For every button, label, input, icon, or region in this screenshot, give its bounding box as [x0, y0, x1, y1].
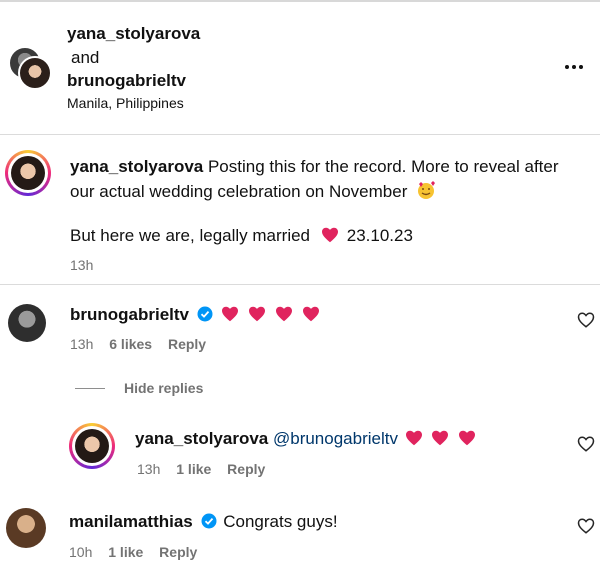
header-and-text: and: [71, 48, 100, 67]
avatar-yana-stolyarova[interactable]: [18, 56, 52, 90]
red-heart-icon: [275, 306, 293, 327]
heart-outline-icon[interactable]: [577, 311, 597, 331]
red-heart-icon: [248, 306, 266, 327]
caption-line-2: our actual wedding celebration on Novemb…: [70, 180, 436, 205]
header-divider: [0, 134, 600, 135]
verified-badge-icon: [197, 306, 213, 327]
comment-1-hearts: [221, 305, 319, 324]
comment-3-body: manilamatthias Congrats guys!: [69, 512, 338, 534]
red-heart-icon: [458, 430, 476, 451]
caption-date: 23.10.23: [346, 226, 413, 245]
hide-replies-button[interactable]: Hide replies: [124, 380, 203, 396]
comment-1-username[interactable]: brunogabrieltv: [70, 305, 189, 324]
smiling-face-hearts-icon: [416, 180, 436, 205]
header-username-2[interactable]: brunogabrieltv: [67, 71, 186, 91]
comment-3-meta: 10h 1 like Reply: [69, 544, 197, 560]
comment-3-time[interactable]: 10h: [69, 544, 92, 560]
reply-username[interactable]: yana_stolyarova: [135, 429, 268, 448]
reply-body: yana_stolyarova @brunogabrieltv: [135, 429, 476, 451]
comment-1-body: brunogabrieltv: [70, 305, 320, 327]
red-heart-icon: [221, 306, 239, 327]
comment-1-time[interactable]: 13h: [70, 336, 93, 352]
comment-3-text: Congrats guys!: [223, 512, 338, 531]
caption-line-1: yana_stolyarova Posting this for the rec…: [70, 157, 559, 177]
comment-1-meta: 13h 6 likes Reply: [70, 336, 206, 352]
caption-line-3: But here we are, legally married 23.10.2…: [70, 226, 413, 248]
heart-outline-icon[interactable]: [577, 517, 597, 537]
caption-time[interactable]: 13h: [70, 257, 93, 273]
header-location[interactable]: Manila, Philippines: [67, 95, 184, 111]
comment-3-likes[interactable]: 1 like: [108, 544, 143, 560]
caption-username[interactable]: yana_stolyarova: [70, 157, 203, 176]
red-heart-icon: [302, 306, 320, 327]
replies-line: [75, 388, 105, 389]
red-heart-icon: [431, 430, 449, 451]
heart-outline-icon[interactable]: [577, 435, 597, 455]
caption-text-2: our actual wedding celebration on Novemb…: [70, 182, 408, 201]
top-border: [0, 0, 600, 2]
comment-1-likes[interactable]: 6 likes: [109, 336, 152, 352]
comment-3-reply-button[interactable]: Reply: [159, 544, 197, 560]
avatar-commenter-1[interactable]: [8, 304, 46, 342]
reply-time[interactable]: 13h: [137, 461, 160, 477]
red-heart-icon: [321, 227, 339, 248]
more-horizontal-icon[interactable]: [563, 60, 585, 74]
verified-badge-icon: [201, 513, 217, 534]
avatar-caption-author[interactable]: [11, 156, 45, 190]
header-username-1[interactable]: yana_stolyarova: [67, 24, 200, 44]
comment-1-reply-button[interactable]: Reply: [168, 336, 206, 352]
caption-text-1: Posting this for the record. More to rev…: [203, 157, 559, 176]
reply-meta: 13h 1 like Reply: [137, 461, 265, 477]
reply-reply-button[interactable]: Reply: [227, 461, 265, 477]
reply-hearts: [405, 429, 476, 448]
reply-mention[interactable]: @brunogabrieltv: [273, 429, 398, 448]
caption-divider: [0, 284, 600, 285]
red-heart-icon: [405, 430, 423, 451]
avatar-commenter-3[interactable]: [6, 508, 46, 548]
comment-3-username[interactable]: manilamatthias: [69, 512, 193, 531]
caption-text-3: But here we are, legally married: [70, 226, 311, 245]
reply-likes[interactable]: 1 like: [176, 461, 211, 477]
avatar-reply-author[interactable]: [75, 429, 109, 463]
